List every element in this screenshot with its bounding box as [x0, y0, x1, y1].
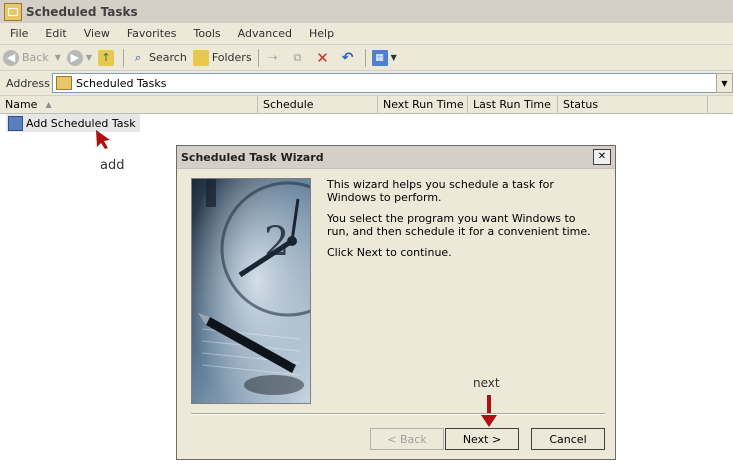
forward-dropdown-icon[interactable]: ▼	[86, 53, 92, 62]
menu-bar: File Edit View Favorites Tools Advanced …	[0, 23, 733, 45]
column-header-status[interactable]: Status	[558, 96, 708, 114]
move-to-button[interactable]: ⇢	[262, 47, 287, 69]
up-folder-button[interactable]: ↑	[95, 47, 120, 69]
close-button[interactable]: ✕	[593, 149, 611, 165]
annotation-add: add	[100, 158, 125, 173]
copy-to-icon: ⧉	[293, 50, 302, 64]
column-header-schedule[interactable]: Schedule	[258, 96, 378, 114]
undo-button[interactable]: ↶	[337, 47, 362, 69]
up-folder-icon: ↑	[98, 49, 115, 66]
column-header-last-run-time[interactable]: Last Run Time	[468, 96, 558, 114]
next-button[interactable]: Next >	[445, 428, 519, 450]
column-header-label: Name	[5, 98, 38, 111]
wizard-image: 2	[191, 178, 311, 404]
toolbar-separator	[257, 48, 259, 67]
menu-view[interactable]: View	[74, 27, 117, 40]
list-item[interactable]: Add Scheduled Task	[6, 114, 140, 132]
menu-help[interactable]: Help	[299, 27, 341, 40]
folders-label: Folders	[211, 51, 252, 64]
menu-favorites[interactable]: Favorites	[117, 27, 184, 40]
sort-ascending-icon: ▲	[45, 100, 52, 109]
address-label: Address	[6, 76, 50, 90]
annotation-arrow-icon	[481, 395, 497, 427]
cancel-button[interactable]: Cancel	[531, 428, 605, 450]
scheduled-task-wizard-dialog: Scheduled Task Wizard ✕ 2 This wizard he…	[176, 145, 616, 460]
delete-icon: ✕	[316, 48, 329, 67]
address-field[interactable]: Scheduled Tasks	[52, 73, 718, 93]
clock-and-pen-illustration: 2	[192, 179, 310, 403]
annotation-next: next	[473, 376, 500, 390]
menu-file[interactable]: File	[0, 27, 35, 40]
folders-icon	[192, 49, 209, 66]
column-header-label: Schedule	[263, 98, 314, 111]
delete-button[interactable]: ✕	[312, 47, 337, 69]
menu-advanced[interactable]: Advanced	[228, 27, 299, 40]
back-arrow-icon: ◀	[3, 49, 19, 66]
views-button[interactable]: ▦ ▼	[369, 47, 400, 69]
views-dropdown-icon[interactable]: ▼	[391, 53, 397, 62]
column-header-name[interactable]: Name ▲	[0, 96, 258, 114]
scheduled-tasks-folder-icon	[56, 76, 72, 90]
address-value: Scheduled Tasks	[76, 76, 167, 90]
back-dropdown-icon[interactable]: ▼	[55, 53, 61, 62]
column-header-next-run-time[interactable]: Next Run Time	[378, 96, 468, 114]
column-header-label: Next Run Time	[383, 98, 464, 111]
menu-tools[interactable]: Tools	[184, 27, 228, 40]
window-titlebar: Scheduled Tasks	[0, 0, 733, 24]
dialog-title: Scheduled Task Wizard	[181, 150, 324, 164]
folders-button[interactable]: Folders	[190, 47, 255, 69]
dialog-paragraph: You select the program you want Windows …	[327, 212, 591, 238]
toolbar-separator	[364, 48, 366, 67]
toolbar-separator	[123, 48, 125, 67]
dialog-titlebar: Scheduled Task Wizard	[177, 146, 615, 169]
undo-icon: ↶	[341, 49, 354, 66]
column-header-label: Last Run Time	[473, 98, 551, 111]
window-title: Scheduled Tasks	[26, 4, 138, 19]
add-task-icon	[8, 115, 23, 131]
toolbar: ◀ Back ▼ ▶ ▼ ↑ ⌕ Search Folders ⇢ ⧉ ✕ ↶ …	[0, 45, 733, 71]
dialog-separator	[191, 413, 605, 415]
search-icon: ⌕	[134, 50, 142, 64]
dialog-paragraph: Click Next to continue.	[327, 246, 452, 259]
list-item-label: Add Scheduled Task	[26, 116, 136, 130]
copy-to-button[interactable]: ⧉	[287, 47, 312, 69]
forward-arrow-icon: ▶	[66, 49, 83, 66]
dialog-paragraph: This wizard helps you schedule a task fo…	[327, 178, 554, 204]
search-button[interactable]: ⌕ Search	[127, 47, 190, 69]
back-label: Back	[22, 51, 49, 64]
back-button[interactable]: ◀ Back ▼	[0, 47, 64, 69]
views-icon: ▦	[371, 49, 388, 66]
chevron-down-icon: ▼	[721, 78, 728, 88]
dialog-body-text: This wizard helps you schedule a task fo…	[327, 178, 597, 267]
address-bar: Address Scheduled Tasks ▼	[0, 71, 733, 96]
scheduled-tasks-folder-icon	[4, 2, 22, 21]
column-header-label: Status	[563, 98, 599, 111]
forward-button[interactable]: ▶ ▼	[64, 47, 95, 69]
back-button[interactable]: < Back	[370, 428, 444, 450]
search-label: Search	[149, 51, 187, 64]
annotation-arrow-icon	[96, 130, 110, 149]
address-dropdown-button[interactable]: ▼	[716, 73, 733, 93]
menu-edit[interactable]: Edit	[35, 27, 73, 40]
column-header-filler	[708, 96, 733, 114]
move-to-icon: ⇢	[267, 51, 278, 64]
close-icon: ✕	[597, 151, 607, 162]
